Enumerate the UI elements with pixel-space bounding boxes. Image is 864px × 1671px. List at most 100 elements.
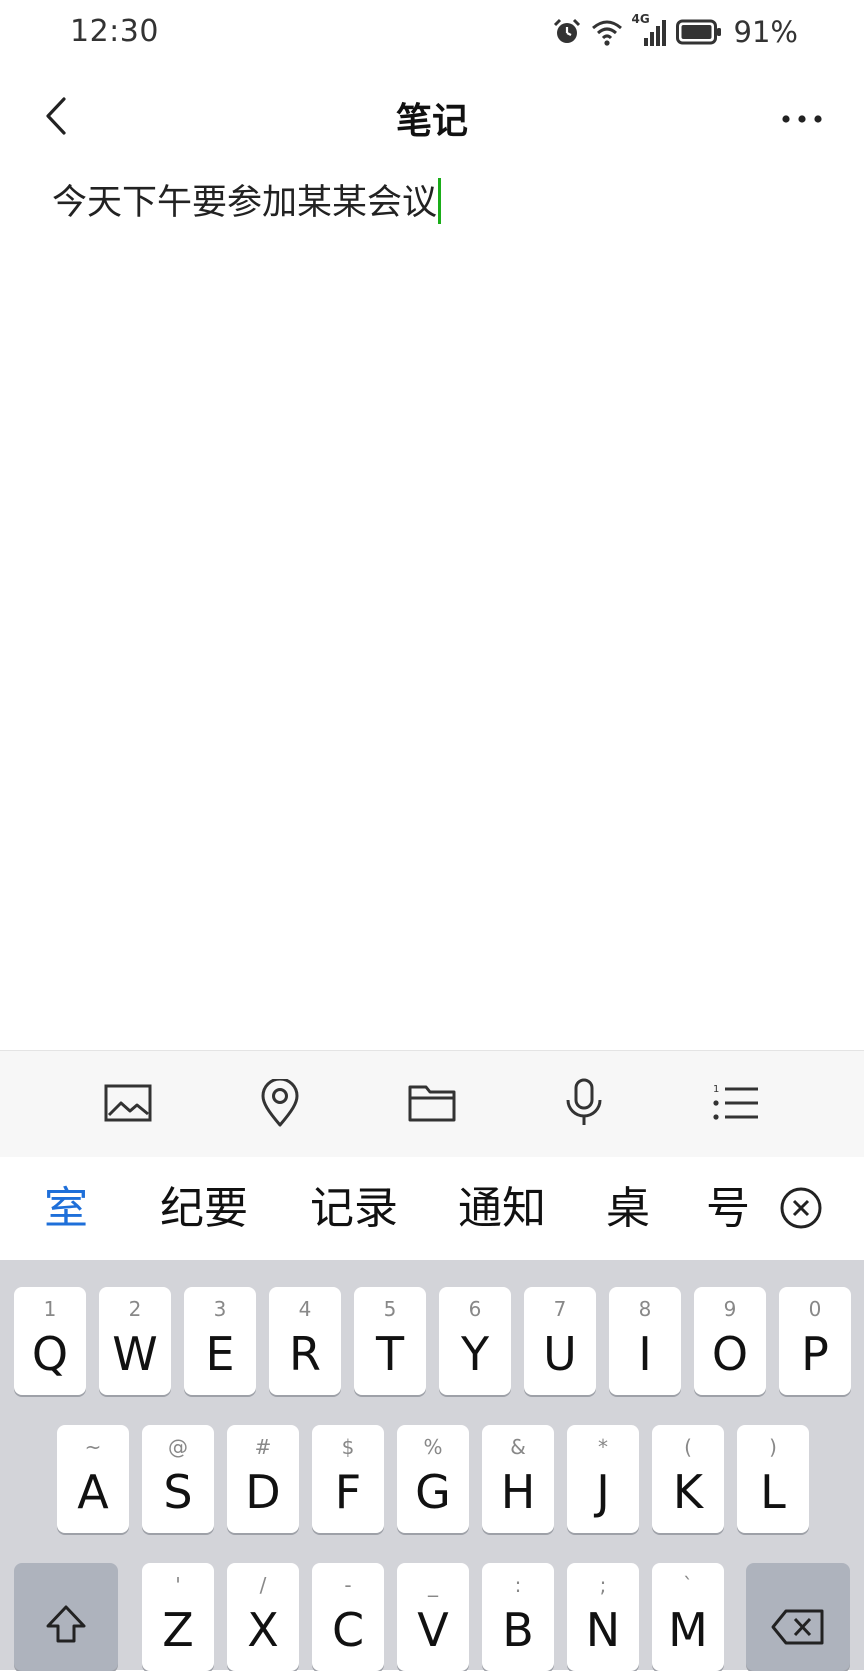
battery-icon xyxy=(675,19,722,45)
location-pin-icon xyxy=(260,1077,300,1131)
backspace-icon xyxy=(746,1593,850,1647)
ime-candidate-bar: 室 纪要 记录 通知 桌 号 xyxy=(0,1157,864,1260)
insert-file-button[interactable] xyxy=(404,1077,460,1133)
key-hint: # xyxy=(254,1435,272,1459)
key-y[interactable]: 6Y xyxy=(439,1287,511,1395)
key-hint: 7 xyxy=(553,1297,567,1321)
status-time: 12:30 xyxy=(70,14,159,49)
key-hint: ` xyxy=(683,1573,693,1597)
key-hint: % xyxy=(423,1435,443,1459)
key-hint: 8 xyxy=(638,1297,652,1321)
image-icon xyxy=(104,1083,152,1127)
key-g[interactable]: % G xyxy=(397,1425,469,1533)
more-options-button[interactable] xyxy=(770,90,834,146)
more-dots-icon xyxy=(781,109,823,128)
status-icons: 4G 91% xyxy=(552,12,798,50)
key-j[interactable]: * J xyxy=(567,1425,639,1533)
key-letter: J xyxy=(596,1465,610,1519)
key-d[interactable]: # D xyxy=(227,1425,299,1533)
key-e[interactable]: 3E xyxy=(184,1287,256,1395)
candidate-word[interactable]: 纪要 xyxy=(160,1179,248,1239)
key-hint: $ xyxy=(341,1435,355,1459)
key-letter: M xyxy=(668,1603,708,1657)
key-letter: P xyxy=(801,1327,829,1381)
key-letter: Z xyxy=(162,1603,194,1657)
key-l[interactable]: ) L xyxy=(737,1425,809,1533)
key-m[interactable]: ` M xyxy=(652,1563,724,1671)
key-hint: & xyxy=(510,1435,526,1459)
key-a[interactable]: ~ A xyxy=(57,1425,129,1533)
text-caret xyxy=(438,178,442,224)
key-letter: X xyxy=(247,1603,279,1657)
key-hint: @ xyxy=(168,1435,188,1459)
key-hint: 6 xyxy=(468,1297,482,1321)
key-hint: * xyxy=(598,1435,608,1459)
status-bar: 12:30 4G 91% xyxy=(0,0,864,64)
key-o[interactable]: 9O xyxy=(694,1287,766,1395)
folder-icon xyxy=(408,1083,456,1127)
key-x[interactable]: / X xyxy=(227,1563,299,1671)
note-text: 今天下午要参加某某会议 xyxy=(52,183,438,223)
signal-icon: 4G xyxy=(632,12,668,48)
svg-text:1: 1 xyxy=(713,1084,719,1095)
candidate-word[interactable]: 号 xyxy=(706,1179,750,1239)
key-hint: ~ xyxy=(84,1435,102,1459)
alarm-icon xyxy=(552,17,582,47)
key-c[interactable]: -C xyxy=(312,1563,384,1671)
key-hint: / xyxy=(259,1573,267,1597)
key-hint: ' xyxy=(175,1573,181,1597)
key-letter: Y xyxy=(460,1327,490,1381)
key-letter: G xyxy=(415,1465,451,1519)
key-f[interactable]: $ F xyxy=(312,1425,384,1533)
key-letter: N xyxy=(585,1603,621,1657)
key-v[interactable]: _ V xyxy=(397,1563,469,1671)
backspace-key[interactable] xyxy=(746,1563,850,1671)
key-letter: A xyxy=(77,1465,109,1519)
key-hint: : xyxy=(514,1573,522,1597)
candidate-word[interactable]: 通知 xyxy=(458,1179,546,1239)
key-hint: 5 xyxy=(383,1297,397,1321)
insert-list-button[interactable]: 1 xyxy=(708,1077,764,1133)
candidate-word[interactable]: 桌 xyxy=(606,1179,650,1239)
voice-input-button[interactable] xyxy=(556,1077,612,1133)
note-editor[interactable]: 今天下午要参加某某会议 xyxy=(52,178,812,1038)
candidate-word[interactable]: 记录 xyxy=(310,1179,398,1239)
microphone-icon xyxy=(564,1078,604,1132)
key-u[interactable]: 7U xyxy=(524,1287,596,1395)
key-letter: D xyxy=(245,1465,281,1519)
shift-arrow-icon xyxy=(14,1593,118,1649)
key-r[interactable]: 4R xyxy=(269,1287,341,1395)
page-title: 笔记 xyxy=(395,101,468,142)
key-p[interactable]: 0P xyxy=(779,1287,851,1395)
key-letter: I xyxy=(638,1327,652,1381)
key-w[interactable]: 2W xyxy=(99,1287,171,1395)
key-i[interactable]: 8I xyxy=(609,1287,681,1395)
key-letter: U xyxy=(543,1327,577,1381)
key-hint: ) xyxy=(769,1435,777,1459)
key-letter: V xyxy=(417,1603,449,1657)
numbered-list-icon: 1 xyxy=(712,1082,760,1128)
key-b[interactable]: :B xyxy=(482,1563,554,1671)
key-n[interactable]: ; N xyxy=(567,1563,639,1671)
insert-image-button[interactable] xyxy=(100,1077,156,1133)
key-letter: O xyxy=(711,1327,749,1381)
shift-key[interactable] xyxy=(14,1563,118,1671)
insert-location-button[interactable] xyxy=(252,1077,308,1133)
key-q[interactable]: 1Q xyxy=(14,1287,86,1395)
key-z[interactable]: ' Z xyxy=(142,1563,214,1671)
key-hint: - xyxy=(344,1573,352,1597)
close-circle-icon xyxy=(779,1186,823,1234)
candidate-word[interactable]: 室 xyxy=(44,1179,88,1239)
battery-percent: 91% xyxy=(733,15,798,49)
key-h[interactable]: & H xyxy=(482,1425,554,1533)
key-letter: E xyxy=(205,1327,235,1381)
key-hint: 9 xyxy=(723,1297,737,1321)
key-letter: H xyxy=(500,1465,536,1519)
key-letter: B xyxy=(502,1603,534,1657)
key-s[interactable]: @ S xyxy=(142,1425,214,1533)
key-k[interactable]: (K xyxy=(652,1425,724,1533)
key-hint: ( xyxy=(684,1435,692,1459)
key-t[interactable]: 5T xyxy=(354,1287,426,1395)
key-letter: W xyxy=(112,1327,158,1381)
collapse-candidates-button[interactable] xyxy=(778,1187,824,1233)
